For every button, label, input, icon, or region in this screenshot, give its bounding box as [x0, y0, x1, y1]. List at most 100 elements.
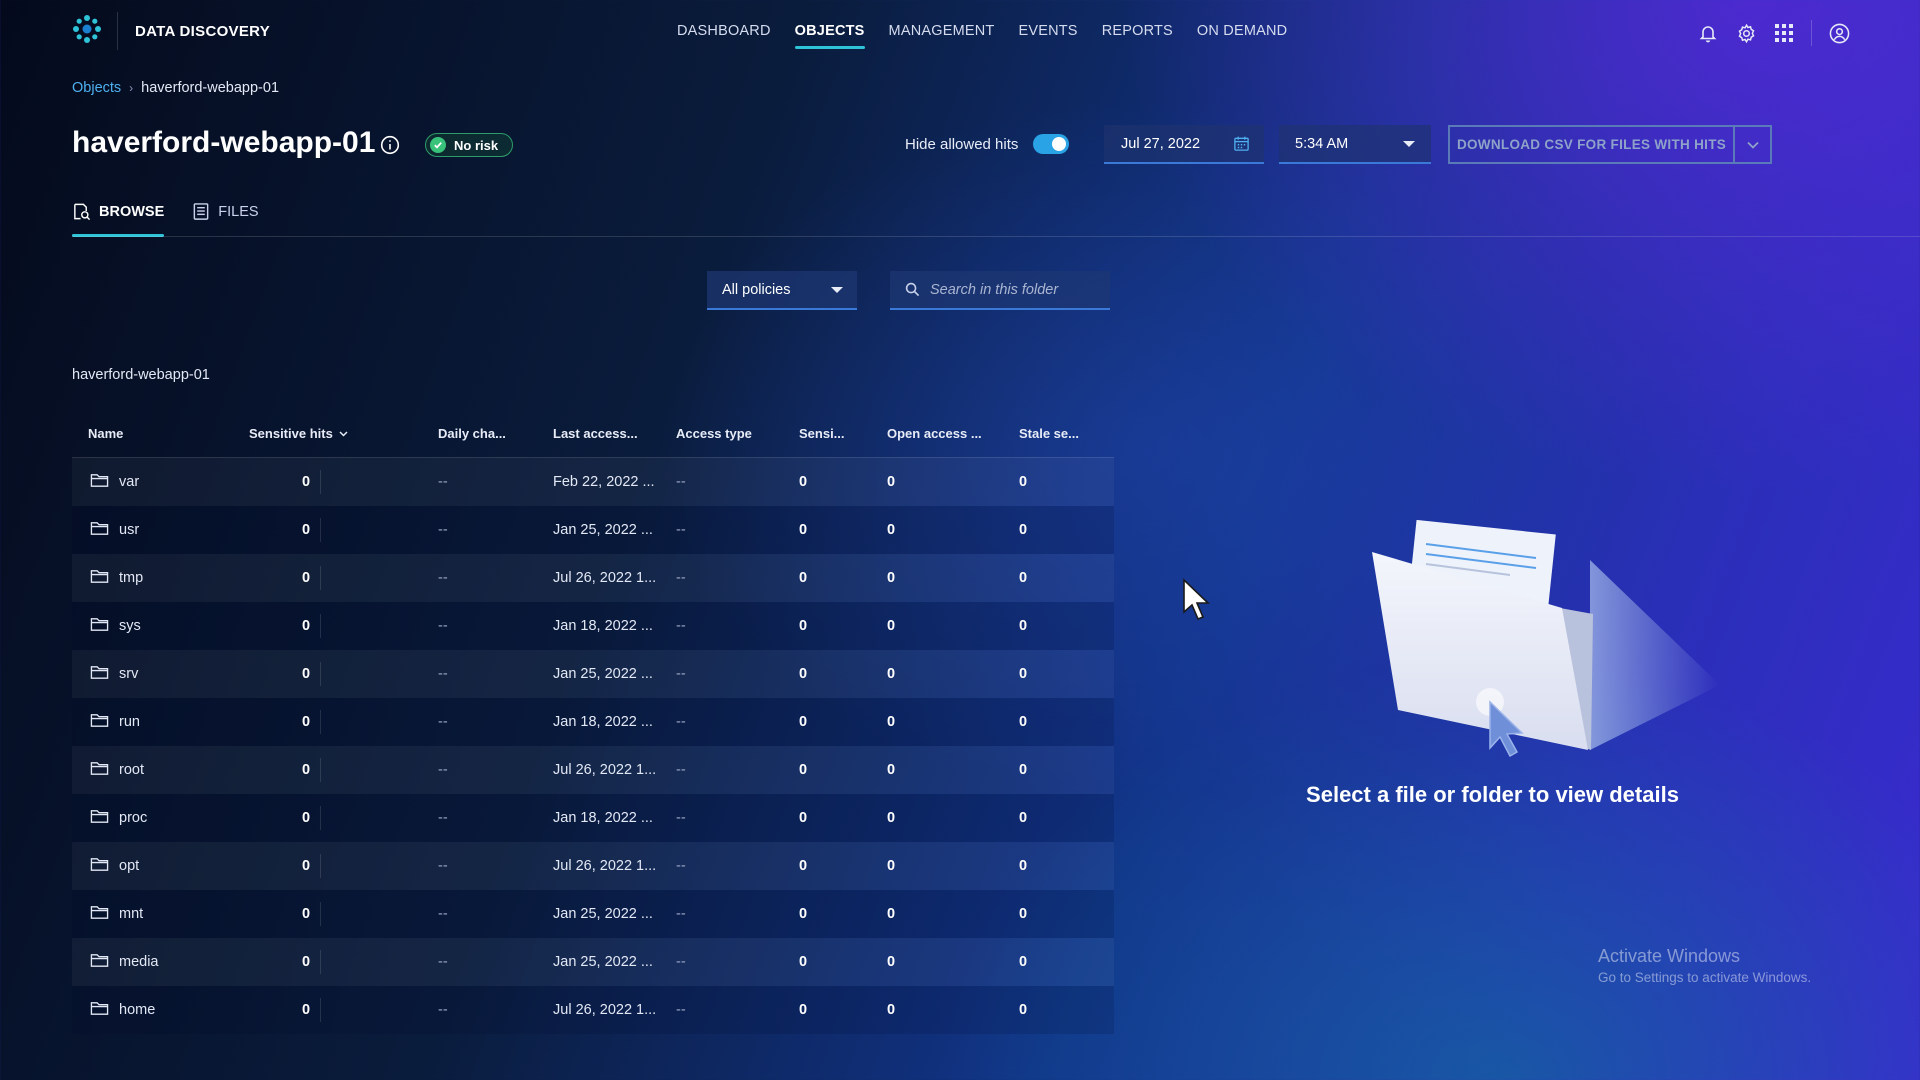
- folder-search-box[interactable]: [890, 271, 1110, 310]
- column-header-daily-change[interactable]: Daily cha...: [438, 426, 506, 441]
- column-divider: [320, 758, 321, 782]
- cell-name[interactable]: srv: [90, 664, 138, 684]
- activation-subtitle: Go to Settings to activate Windows.: [1598, 970, 1812, 985]
- cell-daily-change: --: [438, 906, 448, 922]
- table-row[interactable]: run 0 -- Jan 18, 2022 ... -- 0 0 0: [72, 698, 1114, 746]
- breadcrumb: Objects › haverford-webapp-01: [72, 80, 279, 96]
- cell-daily-change: --: [438, 522, 448, 538]
- column-divider: [320, 662, 321, 686]
- cell-daily-change: --: [438, 810, 448, 826]
- logo-icon[interactable]: [72, 14, 102, 44]
- cell-last-access: Jan 18, 2022 ...: [553, 618, 653, 634]
- cell-open-access: 0: [887, 714, 896, 730]
- table-row[interactable]: opt 0 -- Jul 26, 2022 1... -- 0 0 0: [72, 842, 1114, 890]
- table-row[interactable]: srv 0 -- Jan 25, 2022 ... -- 0 0 0: [72, 650, 1114, 698]
- cell-access-type: --: [676, 474, 686, 490]
- mouse-cursor-icon: [1183, 578, 1210, 621]
- table-row[interactable]: var 0 -- Feb 22, 2022 ... -- 0 0 0: [72, 458, 1114, 506]
- column-header-sensitive[interactable]: Sensi...: [799, 426, 845, 441]
- folder-icon: [90, 520, 109, 540]
- tab-browse[interactable]: BROWSE: [72, 202, 165, 237]
- column-header-name[interactable]: Name: [88, 426, 123, 441]
- breadcrumb-objects-link[interactable]: Objects: [72, 80, 121, 96]
- policy-filter-select[interactable]: All policies: [707, 271, 857, 310]
- cell-name[interactable]: root: [90, 760, 144, 780]
- info-icon[interactable]: [380, 135, 400, 155]
- table-row[interactable]: mnt 0 -- Jan 25, 2022 ... -- 0 0 0: [72, 890, 1114, 938]
- column-header-open-access[interactable]: Open access ...: [887, 426, 982, 441]
- cell-sensitive-hits: 0: [302, 522, 311, 538]
- column-header-stale[interactable]: Stale se...: [1019, 426, 1079, 441]
- cell-stale: 0: [1019, 810, 1028, 826]
- cell-name[interactable]: proc: [90, 808, 147, 828]
- time-select[interactable]: 5:34 AM: [1279, 125, 1431, 164]
- folder-icon: [90, 760, 109, 780]
- cell-name[interactable]: opt: [90, 856, 139, 876]
- cell-sensitive: 0: [799, 1002, 808, 1018]
- cell-sensitive-hits: 0: [302, 1002, 311, 1018]
- search-icon: [905, 282, 920, 297]
- cell-name[interactable]: sys: [90, 616, 141, 636]
- cell-access-type: --: [676, 762, 686, 778]
- cell-daily-change: --: [438, 954, 448, 970]
- table-row[interactable]: usr 0 -- Jan 25, 2022 ... -- 0 0 0: [72, 506, 1114, 554]
- nav-objects[interactable]: OBJECTS: [794, 23, 865, 49]
- apps-grid-icon[interactable]: [1773, 22, 1795, 44]
- hide-allowed-hits-toggle[interactable]: [1033, 134, 1069, 154]
- folder-name: usr: [119, 522, 140, 538]
- column-header-sensitive-hits[interactable]: Sensitive hits: [249, 426, 348, 441]
- folder-icon: [90, 808, 109, 828]
- cell-last-access: Jul 26, 2022 1...: [553, 762, 657, 778]
- cell-name[interactable]: run: [90, 712, 140, 732]
- folder-name: media: [119, 954, 159, 970]
- caret-down-icon: [831, 286, 843, 293]
- table-row[interactable]: proc 0 -- Jan 18, 2022 ... -- 0 0 0: [72, 794, 1114, 842]
- gear-icon[interactable]: [1735, 22, 1757, 44]
- cell-name[interactable]: tmp: [90, 568, 143, 588]
- column-header-last-access[interactable]: Last access...: [553, 426, 638, 441]
- cell-last-access: Jul 26, 2022 1...: [553, 858, 657, 874]
- table-row[interactable]: media 0 -- Jan 25, 2022 ... -- 0 0 0: [72, 938, 1114, 986]
- folder-icon: [90, 472, 109, 492]
- cell-open-access: 0: [887, 810, 896, 826]
- tab-files[interactable]: FILES: [192, 202, 259, 237]
- table-row[interactable]: home 0 -- Jul 26, 2022 1... -- 0 0 0: [72, 986, 1114, 1034]
- tab-files-label: FILES: [218, 203, 259, 220]
- cell-access-type: --: [676, 618, 686, 634]
- folder-search-input[interactable]: [930, 281, 1090, 298]
- bell-icon[interactable]: [1697, 22, 1719, 44]
- folder-name: opt: [119, 858, 140, 874]
- cell-daily-change: --: [438, 666, 448, 682]
- cell-sensitive-hits: 0: [302, 474, 311, 490]
- nav-dashboard[interactable]: DASHBOARD: [677, 23, 771, 39]
- cell-name[interactable]: usr: [90, 520, 139, 540]
- date-picker[interactable]: Jul 27, 2022: [1104, 125, 1264, 164]
- nav-events[interactable]: EVENTS: [1018, 23, 1077, 39]
- page-title: haverford-webapp-01: [72, 126, 376, 159]
- top-nav-bar: DATA DISCOVERY DASHBOARD OBJECTS MANAGEM…: [0, 0, 1920, 62]
- calendar-icon[interactable]: [1233, 135, 1250, 152]
- cell-name[interactable]: media: [90, 952, 159, 972]
- table-row[interactable]: tmp 0 -- Jul 26, 2022 1... -- 0 0 0: [72, 554, 1114, 602]
- folder-name: tmp: [119, 570, 144, 586]
- browse-icon: [74, 203, 91, 221]
- download-csv-button[interactable]: DOWNLOAD CSV FOR FILES WITH HITS: [1448, 125, 1772, 164]
- cell-sensitive: 0: [799, 714, 808, 730]
- folder-icon: [90, 952, 109, 972]
- check-circle-icon: [430, 137, 446, 153]
- cell-sensitive-hits: 0: [302, 810, 311, 826]
- nav-on-demand[interactable]: ON DEMAND: [1197, 23, 1287, 39]
- cell-name[interactable]: var: [90, 472, 139, 492]
- nav-management[interactable]: MANAGEMENT: [889, 23, 995, 39]
- risk-status-label: No risk: [454, 137, 499, 153]
- download-options-toggle[interactable]: [1733, 127, 1770, 162]
- nav-reports[interactable]: REPORTS: [1102, 23, 1173, 39]
- table-row[interactable]: sys 0 -- Jan 18, 2022 ... -- 0 0 0: [72, 602, 1114, 650]
- column-divider: [320, 566, 321, 590]
- user-profile-icon[interactable]: [1828, 22, 1850, 44]
- column-header-access-type[interactable]: Access type: [676, 426, 752, 441]
- main-nav: DASHBOARD OBJECTS MANAGEMENT EVENTS REPO…: [677, 23, 1287, 49]
- table-row[interactable]: root 0 -- Jul 26, 2022 1... -- 0 0 0: [72, 746, 1114, 794]
- cell-name[interactable]: home: [90, 1000, 155, 1020]
- cell-name[interactable]: mnt: [90, 904, 143, 924]
